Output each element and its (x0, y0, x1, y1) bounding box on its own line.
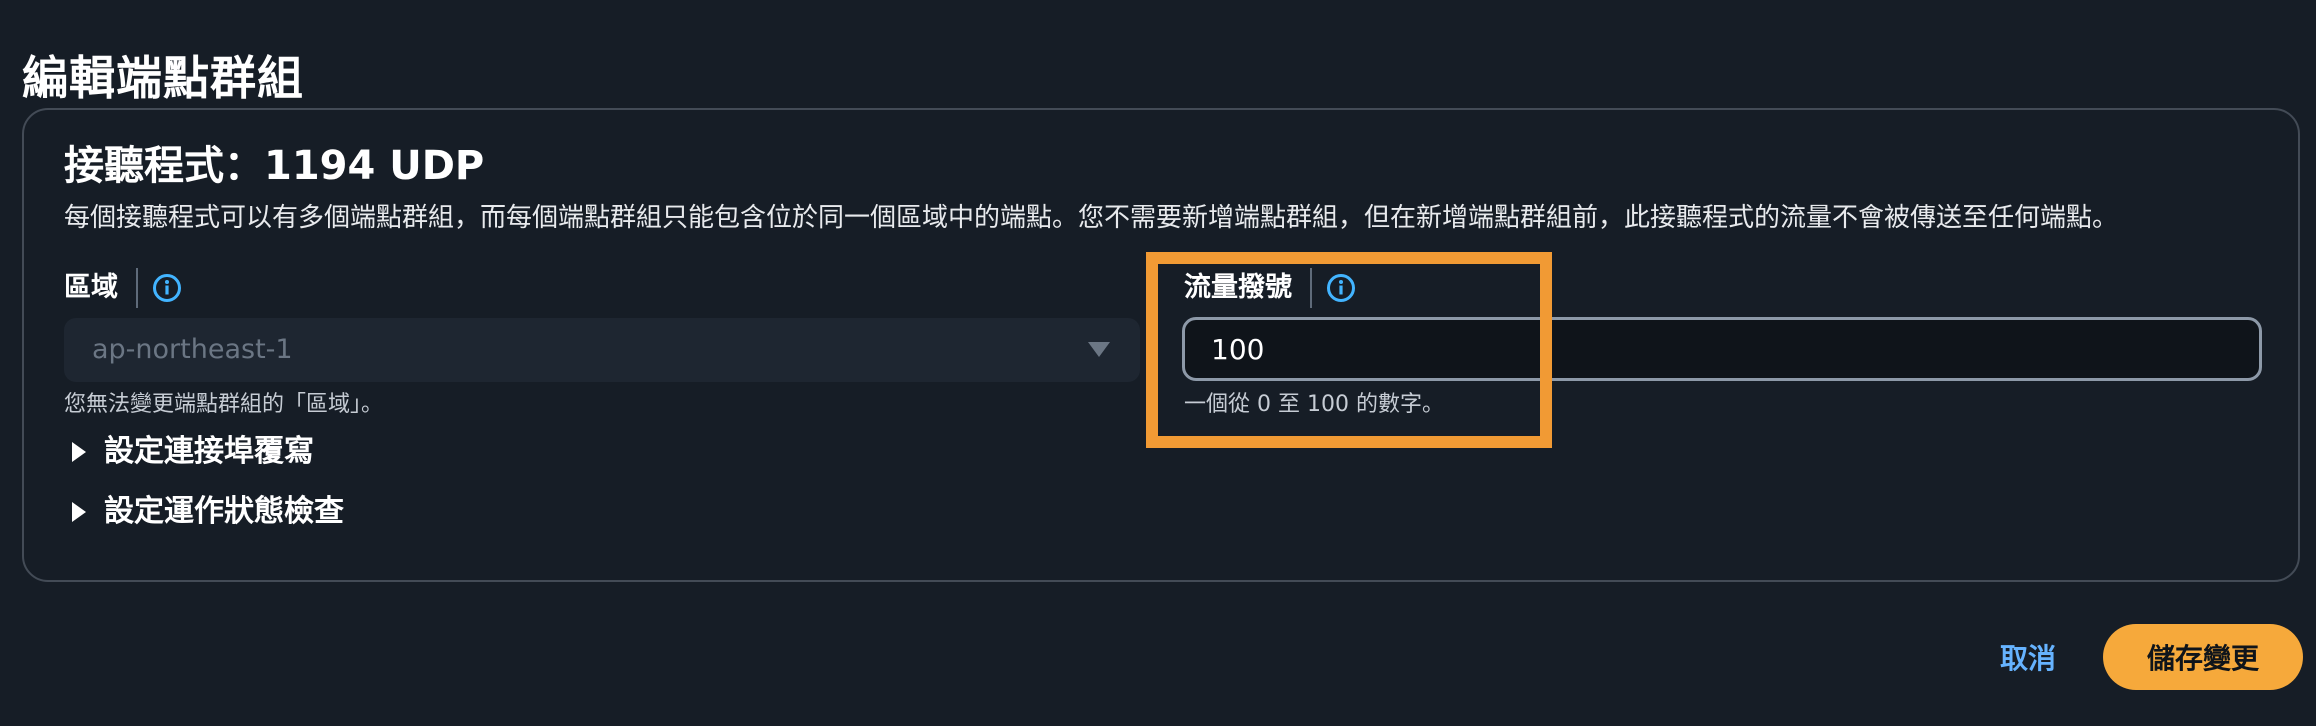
page-title: 編輯端點群組 (22, 50, 304, 105)
port-override-expander[interactable]: 設定連接埠覆寫 (64, 428, 314, 476)
traffic-dial-input[interactable] (1182, 317, 2262, 381)
info-icon[interactable] (1326, 273, 1356, 303)
caret-right-icon (72, 502, 86, 522)
label-divider (1310, 268, 1312, 308)
traffic-dial-label-row: 流量撥號 (1184, 266, 1356, 310)
cancel-button[interactable]: 取消 (1968, 624, 2088, 690)
health-check-expander[interactable]: 設定運作狀態檢查 (64, 488, 344, 536)
region-label: 區域 (64, 272, 118, 303)
region-hint: 您無法變更端點群組的「區域」。 (64, 392, 384, 417)
save-button[interactable]: 儲存變更 (2103, 624, 2303, 690)
health-check-label: 設定運作狀態檢查 (104, 494, 344, 529)
region-select: ap-northeast-1 (64, 318, 1140, 382)
port-override-label: 設定連接埠覆寫 (104, 434, 314, 469)
region-label-row: 區域 (64, 266, 182, 310)
listener-description: 每個接聽程式可以有多個端點群組，而每個端點群組只能包含位於同一個區域中的端點。您… (64, 203, 2119, 233)
listener-title: 接聽程式：1194 UDP (64, 143, 485, 189)
label-divider (136, 268, 138, 308)
traffic-dial-label: 流量撥號 (1184, 272, 1292, 303)
traffic-dial-hint: 一個從 0 至 100 的數字。 (1184, 392, 1444, 417)
caret-right-icon (72, 442, 86, 462)
caret-down-icon (1088, 342, 1110, 357)
region-value: ap-northeast-1 (92, 334, 293, 365)
info-icon[interactable] (152, 273, 182, 303)
